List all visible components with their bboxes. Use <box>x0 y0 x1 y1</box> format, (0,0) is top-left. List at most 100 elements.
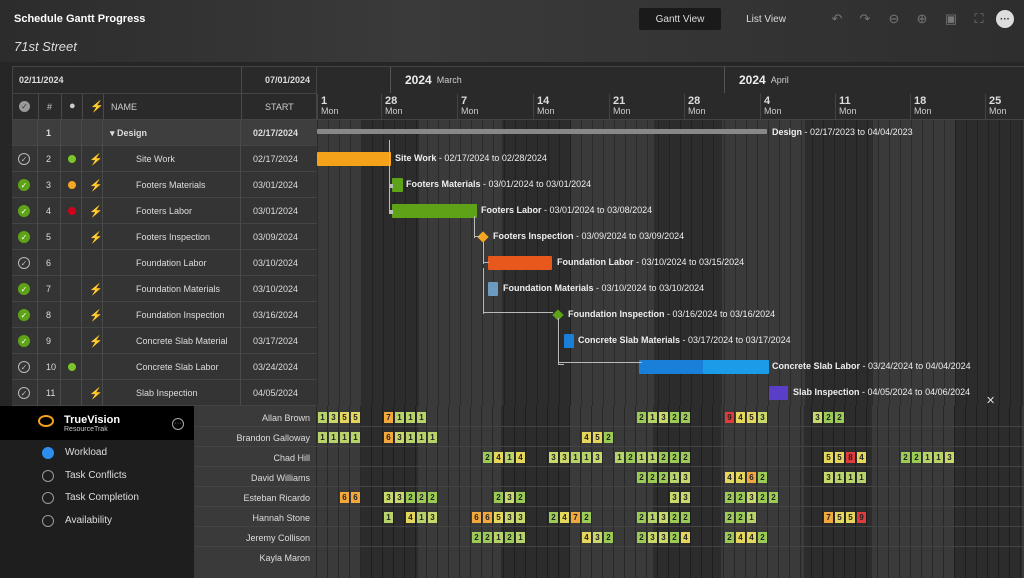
task-name[interactable]: Foundation Labor <box>136 250 207 276</box>
workload-cell[interactable]: 4 <box>736 532 745 543</box>
workload-cell[interactable]: 1 <box>384 512 393 523</box>
radio-label[interactable]: Workload <box>65 447 107 458</box>
workload-cell[interactable]: 3 <box>593 452 602 463</box>
workload-cell[interactable]: 1 <box>340 432 349 443</box>
workload-cell[interactable]: 1 <box>923 452 932 463</box>
task-row[interactable]: ✓ 7 ⚡ Foundation Materials 03/10/2024 <box>12 276 317 302</box>
task-bar-2[interactable] <box>392 178 403 192</box>
workload-cell[interactable]: 1 <box>318 412 327 423</box>
workload-cell[interactable]: 4 <box>747 532 756 543</box>
workload-cell[interactable]: 2 <box>681 512 690 523</box>
workload-cell[interactable]: 2 <box>912 452 921 463</box>
task-row[interactable]: ✓ 3 ⚡ Footers Materials 03/01/2024 <box>12 172 317 198</box>
workload-cell[interactable]: 2 <box>670 452 679 463</box>
workload-cell[interactable]: 1 <box>571 452 580 463</box>
radio-label[interactable]: Availability <box>65 515 112 526</box>
task-row[interactable]: ✓ 6 Foundation Labor 03/10/2024 <box>12 250 317 276</box>
workload-cell[interactable]: 4 <box>582 532 591 543</box>
workload-cell[interactable]: 3 <box>648 532 657 543</box>
workload-cell[interactable]: 3 <box>659 412 668 423</box>
workload-cell[interactable]: 2 <box>769 492 778 503</box>
task-name[interactable]: Slab Inspection <box>136 380 198 406</box>
workload-cell[interactable]: 4 <box>582 432 591 443</box>
task-row[interactable]: ✓ 5 ⚡ Footers Inspection 03/09/2024 <box>12 224 317 250</box>
complete-check-icon[interactable]: ✓ <box>18 354 30 380</box>
workload-cell[interactable]: 2 <box>549 512 558 523</box>
resource-menu-icon[interactable]: ··· <box>172 418 184 430</box>
workload-cell[interactable]: 4 <box>857 452 866 463</box>
workload-cell[interactable]: 2 <box>736 492 745 503</box>
workload-cell[interactable]: 4 <box>406 512 415 523</box>
workload-cell[interactable]: 5 <box>340 412 349 423</box>
workload-cell[interactable]: 1 <box>516 532 525 543</box>
complete-check-icon[interactable]: ✓ <box>18 328 30 354</box>
workload-cell[interactable]: 3 <box>681 472 690 483</box>
workload-cell[interactable]: 1 <box>615 452 624 463</box>
workload-cell[interactable]: 1 <box>395 412 404 423</box>
workload-cell[interactable]: 2 <box>516 492 525 503</box>
workload-cell[interactable]: 3 <box>428 512 437 523</box>
workload-cell[interactable]: 3 <box>659 532 668 543</box>
task-name[interactable]: Site Work <box>136 146 175 172</box>
workload-cell[interactable]: 5 <box>824 452 833 463</box>
workload-cell[interactable]: 5 <box>747 412 756 423</box>
workload-cell[interactable]: 3 <box>505 492 514 503</box>
radio-workload[interactable] <box>42 447 54 459</box>
zoom-in-icon[interactable]: ⊕ <box>913 10 931 28</box>
task-name[interactable]: Footers Materials <box>136 172 206 198</box>
workload-cell[interactable]: 6 <box>483 512 492 523</box>
workload-cell[interactable]: 2 <box>637 532 646 543</box>
workload-cell[interactable]: 1 <box>648 452 657 463</box>
workload-cell[interactable]: 1 <box>318 432 327 443</box>
complete-check-icon[interactable]: ✓ <box>18 250 30 276</box>
task-row[interactable]: ✓ 10 Concrete Slab Labor 03/24/2024 <box>12 354 317 380</box>
workload-cell[interactable]: 9 <box>725 412 734 423</box>
workload-cell[interactable]: 4 <box>725 472 734 483</box>
task-name[interactable]: Concrete Slab Labor <box>136 354 219 380</box>
task-name[interactable]: Concrete Slab Material <box>136 328 228 354</box>
workload-cell[interactable]: 2 <box>483 532 492 543</box>
start-column-header[interactable]: START <box>265 102 294 112</box>
workload-cell[interactable]: 2 <box>604 532 613 543</box>
workload-cell[interactable]: 2 <box>736 512 745 523</box>
workload-cell[interactable]: 1 <box>417 512 426 523</box>
workload-cell[interactable]: 3 <box>659 512 668 523</box>
fullscreen-icon[interactable]: ⛶ <box>970 10 988 28</box>
workload-cell[interactable]: 2 <box>758 492 767 503</box>
workload-cell[interactable]: 4 <box>560 512 569 523</box>
redo-icon[interactable]: ↷ <box>856 10 874 28</box>
workload-cell[interactable]: 2 <box>681 452 690 463</box>
workload-cell[interactable]: 1 <box>428 432 437 443</box>
close-icon[interactable]: ✕ <box>986 394 995 407</box>
complete-check-icon[interactable]: ✓ <box>18 198 30 224</box>
workload-cell[interactable]: 1 <box>417 412 426 423</box>
workload-cell[interactable]: 4 <box>681 532 690 543</box>
workload-cell[interactable]: 5 <box>494 512 503 523</box>
workload-cell[interactable]: 1 <box>329 432 338 443</box>
workload-cell[interactable]: 4 <box>736 412 745 423</box>
workload-cell[interactable]: 3 <box>813 412 822 423</box>
workload-cell[interactable]: 2 <box>670 512 679 523</box>
task-bar-8[interactable] <box>564 334 574 348</box>
task-row[interactable]: ✓ 11 ⚡ Slab Inspection 04/05/2024 <box>12 380 317 406</box>
workload-cell[interactable]: 1 <box>494 532 503 543</box>
workload-cell[interactable]: 3 <box>681 492 690 503</box>
complete-check-icon[interactable]: ✓ <box>18 276 30 302</box>
workload-cell[interactable]: 3 <box>395 492 404 503</box>
workload-cell[interactable]: 1 <box>934 452 943 463</box>
workload-cell[interactable]: 2 <box>637 512 646 523</box>
workload-cell[interactable]: 2 <box>604 432 613 443</box>
more-options-icon[interactable]: ··· <box>996 10 1014 28</box>
workload-cell[interactable]: 3 <box>384 492 393 503</box>
workload-cell[interactable]: 2 <box>494 492 503 503</box>
workload-cell[interactable]: 3 <box>505 512 514 523</box>
workload-cell[interactable]: 2 <box>670 532 679 543</box>
workload-cell[interactable]: 1 <box>670 472 679 483</box>
workload-cell[interactable]: 2 <box>428 492 437 503</box>
workload-cell[interactable]: 2 <box>681 412 690 423</box>
workload-cell[interactable]: 3 <box>329 412 338 423</box>
workload-cell[interactable]: 3 <box>945 452 954 463</box>
workload-cell[interactable]: 3 <box>593 532 602 543</box>
workload-cell[interactable]: 5 <box>846 512 855 523</box>
workload-cell[interactable]: 2 <box>725 532 734 543</box>
